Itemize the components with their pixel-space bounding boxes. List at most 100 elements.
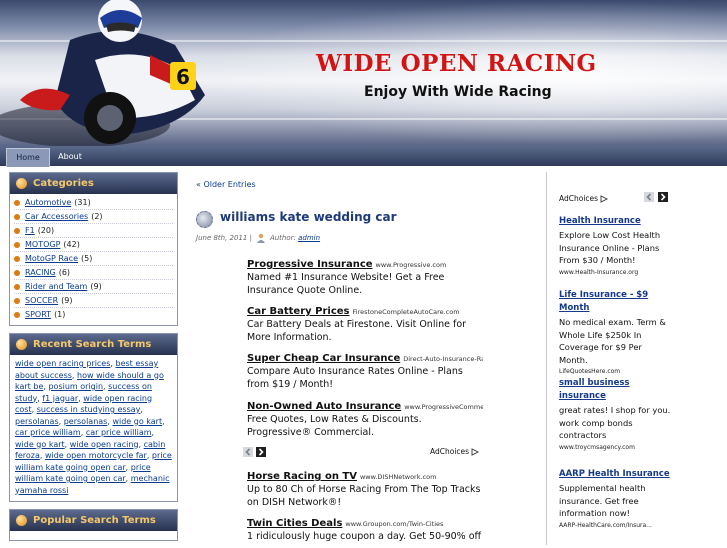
ad-next-button[interactable]	[658, 192, 668, 202]
rider-number: 6	[176, 65, 190, 89]
category-count: (5)	[81, 254, 93, 263]
category-item: RACING (6)	[14, 266, 173, 280]
main-nav: Home About	[0, 146, 727, 167]
term-separator: ,	[151, 428, 155, 437]
categories-title: Categories	[10, 173, 177, 194]
site-tagline: Enjoy With Wide Racing	[364, 84, 552, 100]
ad-next-button[interactable]	[256, 447, 266, 457]
ad-block[interactable]: Car Battery Prices FirestoneCompleteAutoC…	[247, 306, 483, 344]
category-count: (6)	[58, 268, 71, 277]
side-ad-title[interactable]: Life Insurance - $9 Month	[559, 289, 671, 315]
side-ad-block[interactable]: small business insurance great rates! I …	[559, 377, 671, 452]
nav-about[interactable]: About	[54, 148, 86, 166]
chevron-left-icon	[245, 448, 251, 456]
post-author-link[interactable]: admin	[298, 234, 320, 242]
category-item: MotoGP Race (5)	[14, 252, 173, 266]
side-ad-body: Explore Low Cost Health Insurance Online…	[559, 230, 661, 265]
search-term-link[interactable]: wide open motorcycle far	[45, 451, 147, 460]
search-term-link[interactable]: wide open racing	[70, 440, 139, 449]
bullet-icon	[14, 213, 20, 220]
ad-title[interactable]: Progressive Insurance	[247, 259, 373, 270]
site-title[interactable]: WIDE OPEN RACING	[316, 50, 597, 77]
category-link-motogp-race[interactable]: MotoGP Race	[25, 252, 78, 265]
widget-bullet-icon	[16, 515, 27, 526]
side-ad-block[interactable]: Health Insurance Explore Low Cost Health…	[559, 215, 671, 277]
category-link-rider-and-team[interactable]: Rider and Team	[25, 280, 87, 293]
ad-title[interactable]: Super Cheap Car Insurance	[247, 353, 400, 364]
adchoices-text: AdChoices	[430, 447, 470, 456]
search-term-link[interactable]: car price william	[86, 428, 152, 437]
ad-body: Up to 80 Ch of Horse Racing From The Top…	[247, 484, 481, 508]
category-link-racing[interactable]: RACING	[25, 266, 56, 279]
categories-widget: Categories Automotive (31) Car Accessorie…	[9, 172, 178, 326]
ad-block[interactable]: Horse Racing on TV www.DISHNetwork.com Up…	[247, 471, 483, 509]
chevron-left-icon	[646, 193, 652, 201]
search-term-link[interactable]: posium origin	[48, 382, 103, 391]
category-item: SOCCER (9)	[14, 294, 173, 308]
ad-title[interactable]: Horse Racing on TV	[247, 471, 357, 482]
nav-home[interactable]: Home	[6, 148, 50, 167]
side-ad-title[interactable]: Health Insurance	[559, 215, 671, 228]
older-entries-link[interactable]: « Older Entries	[196, 180, 256, 189]
bullet-icon	[14, 269, 20, 276]
side-ad-block[interactable]: Life Insurance - $9 Month No medical exa…	[559, 289, 671, 376]
term-separator: ,	[162, 416, 165, 426]
category-count: (9)	[61, 296, 73, 305]
recent-search-terms-widget: Recent Search Terms wide open racing pri…	[9, 333, 178, 502]
adchoices-label[interactable]: AdChoices	[430, 447, 480, 456]
category-count: (2)	[91, 212, 103, 221]
adchoices-label[interactable]: AdChoices	[559, 194, 609, 203]
motorcycle-rider-image: 6	[0, 0, 205, 146]
category-link-automotive[interactable]: Automotive	[25, 196, 71, 209]
search-term-link[interactable]: f1 jaguar	[42, 394, 78, 403]
bullet-icon	[14, 227, 20, 234]
side-ad-body: great rates! I shop for you. work comp b…	[559, 405, 671, 440]
search-term-link[interactable]: success in studying essay	[37, 405, 141, 414]
post-gear-icon	[196, 211, 213, 228]
user-icon	[256, 233, 265, 243]
side-ad-block[interactable]: AARP Health Insurance Supplemental healt…	[559, 468, 671, 530]
category-item: Rider and Team (9)	[14, 280, 173, 294]
search-term-link[interactable]: wide open racing prices	[15, 359, 110, 368]
category-link-motogp[interactable]: MOTOGP	[25, 238, 60, 251]
ad-title[interactable]: Non-Owned Auto Insurance	[247, 401, 401, 412]
category-item: Automotive (31)	[14, 196, 173, 210]
adchoices-text: AdChoices	[559, 194, 599, 203]
category-count: (20)	[37, 226, 55, 235]
chevron-right-icon	[660, 193, 666, 201]
ad-url: www.ProgressiveCommer...	[404, 403, 483, 411]
ad-title[interactable]: Car Battery Prices	[247, 306, 350, 317]
search-term-link[interactable]: persolanas	[15, 417, 59, 426]
ad-block[interactable]: Progressive Insurance www.Progressive.com…	[247, 259, 483, 297]
category-link-soccer[interactable]: SOCCER	[25, 294, 58, 307]
popular-search-terms-widget: Popular Search Terms	[9, 509, 178, 541]
search-term-link[interactable]: wide go kart	[15, 440, 65, 449]
category-link-f1[interactable]: F1	[25, 224, 35, 237]
category-item: Car Accessories (2)	[14, 210, 173, 224]
ad-prev-button[interactable]	[243, 447, 253, 457]
side-ad-url: LifeQuotesHere.com	[559, 368, 621, 375]
category-count: (9)	[90, 282, 102, 291]
search-term-link[interactable]: wide go kart	[112, 417, 162, 426]
category-link-sport[interactable]: SPORT	[25, 308, 51, 321]
ad-block[interactable]: Super Cheap Car Insurance Direct-Auto-Ins…	[247, 353, 483, 391]
side-ad-title[interactable]: AARP Health Insurance	[559, 468, 671, 481]
search-term-link[interactable]: persolanas	[64, 417, 108, 426]
side-ad-url: AARP-HealthCare.com/Insura...	[559, 521, 652, 529]
ad-prev-button[interactable]	[644, 192, 654, 202]
post-date: June 8th, 2011 |	[196, 234, 252, 242]
ad-url: www.DISHNetwork.com	[359, 473, 437, 481]
category-link-car-accessories[interactable]: Car Accessories	[25, 210, 88, 223]
recent-search-terms-label: Recent Search Terms	[33, 339, 152, 350]
search-term-link[interactable]: car price william	[15, 428, 81, 437]
ad-block[interactable]: Non-Owned Auto Insurance www.ProgressiveC…	[247, 401, 483, 439]
popular-search-terms-title: Popular Search Terms	[10, 510, 177, 531]
widget-bullet-icon	[16, 339, 27, 350]
right-ad-column: AdChoices Health Insurance Explore Low C…	[546, 172, 725, 545]
side-ad-url: www.Health-Insurance.org	[559, 268, 639, 276]
categories-title-label: Categories	[33, 178, 94, 189]
ad-title[interactable]: Twin Cities Deals	[247, 518, 342, 529]
ad-block[interactable]: Twin Cities Deals www.Groupon.com/Twin-Ci…	[247, 518, 483, 544]
post-title[interactable]: williams kate wedding car	[220, 210, 397, 224]
side-ad-title[interactable]: small business insurance	[559, 377, 671, 403]
